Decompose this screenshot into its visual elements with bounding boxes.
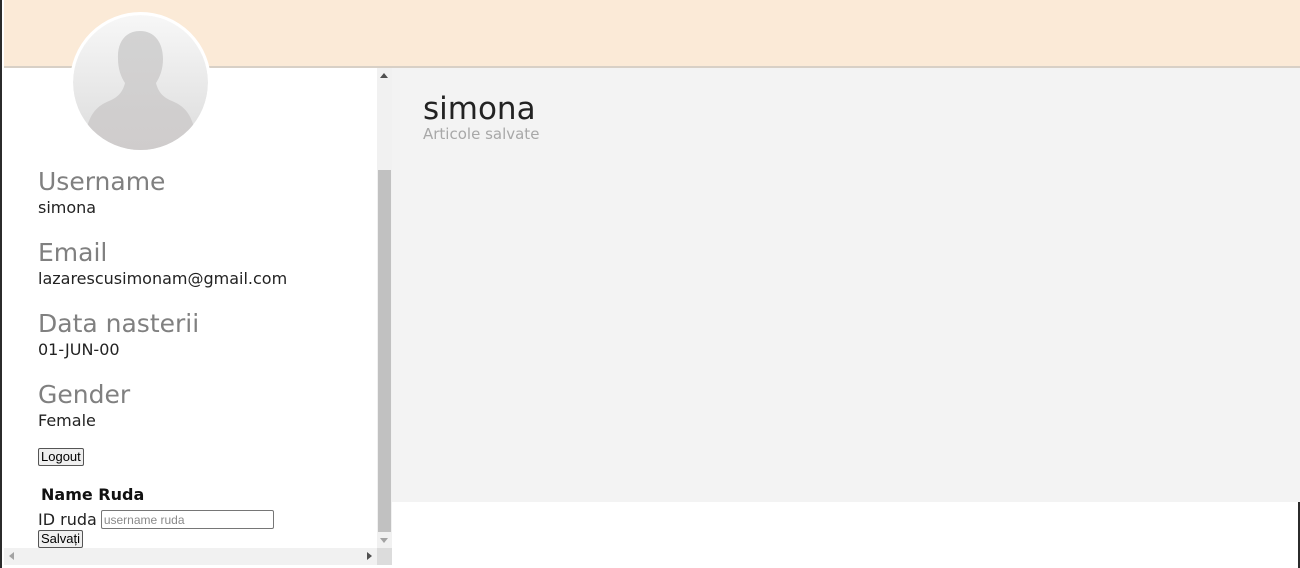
main-content: simona Articole salvate <box>392 68 1300 502</box>
username-label: Username <box>38 167 166 196</box>
email-value: lazarescusimonam@gmail.com <box>38 269 288 288</box>
scrollbar-corner <box>377 548 392 565</box>
gender-value: Female <box>38 411 96 430</box>
save-button[interactable]: Salvați <box>38 530 84 548</box>
avatar <box>70 12 211 153</box>
birthdate-label: Data nasterii <box>38 309 200 338</box>
scroll-up-arrow-icon[interactable] <box>380 73 388 78</box>
scroll-left-arrow-icon[interactable] <box>9 552 14 560</box>
birthdate-value: 01-JUN-00 <box>38 340 120 359</box>
ruda-title: Name Ruda <box>41 485 145 504</box>
browser-frame: Username simona Email lazarescusimonam@g… <box>0 0 1300 568</box>
gender-block: Gender Female <box>38 381 368 431</box>
logout-button[interactable]: Logout <box>38 448 84 466</box>
user-silhouette-icon <box>73 15 208 150</box>
ruda-username-input[interactable] <box>100 510 274 529</box>
sidebar-horizontal-scrollbar[interactable] <box>4 548 377 565</box>
sidebar-vertical-scrollbar[interactable] <box>377 68 392 548</box>
page-title: simona <box>423 91 536 127</box>
email-label: Email <box>38 238 108 267</box>
scroll-down-arrow-icon[interactable] <box>380 538 388 543</box>
gender-label: Gender <box>38 380 131 409</box>
scroll-right-arrow-icon[interactable] <box>367 552 372 560</box>
username-block: Username simona <box>38 168 368 218</box>
page-subtitle: Articole salvate <box>423 125 540 143</box>
scrollbar-thumb[interactable] <box>378 170 391 532</box>
birthdate-block: Data nasterii 01-JUN-00 <box>38 310 368 360</box>
ruda-id-label: ID ruda <box>38 510 97 529</box>
ruda-id-row: ID ruda <box>38 510 274 529</box>
email-block: Email lazarescusimonam@gmail.com <box>38 239 368 289</box>
profile-info: Username simona Email lazarescusimonam@g… <box>38 168 368 452</box>
username-value: simona <box>38 198 97 217</box>
